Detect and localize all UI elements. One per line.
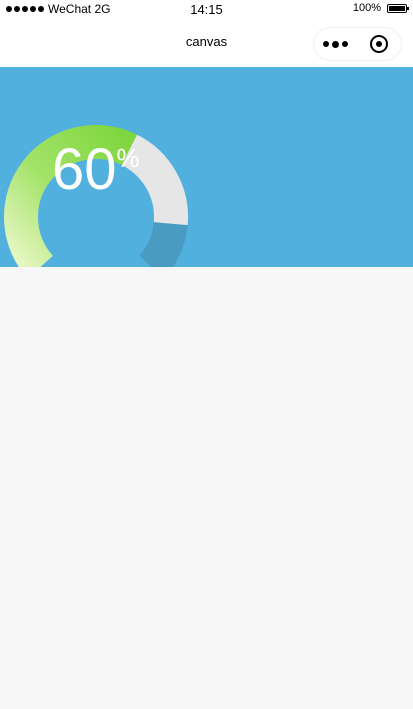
- battery-icon: [387, 3, 409, 13]
- gauge-track-tail: [138, 221, 188, 267]
- battery-info: 100%: [352, 2, 409, 14]
- status-time: 14:15: [190, 2, 223, 17]
- navigation-bar: canvas: [0, 20, 413, 67]
- gauge-unit: %: [116, 143, 140, 173]
- status-bar: WeChat 2G 14:15 100%: [0, 0, 413, 20]
- close-miniprogram-button[interactable]: [357, 28, 400, 60]
- canvas-area: 60%: [0, 67, 413, 267]
- target-circle-icon: [369, 35, 388, 53]
- more-button[interactable]: [314, 28, 357, 60]
- battery-percentage: 100%: [352, 2, 381, 14]
- more-dots-icon: [323, 40, 348, 48]
- gauge-value: 60: [52, 137, 117, 202]
- gauge-label: 60%: [52, 141, 140, 199]
- menu-capsule: [314, 28, 401, 60]
